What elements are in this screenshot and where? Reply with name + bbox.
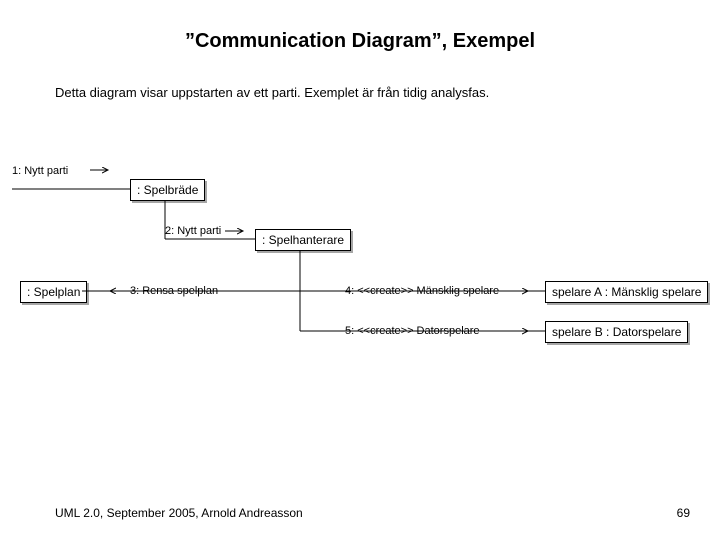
footer-left: UML 2.0, September 2005, Arnold Andreass… [55, 506, 303, 520]
footer-page-number: 69 [677, 506, 690, 520]
